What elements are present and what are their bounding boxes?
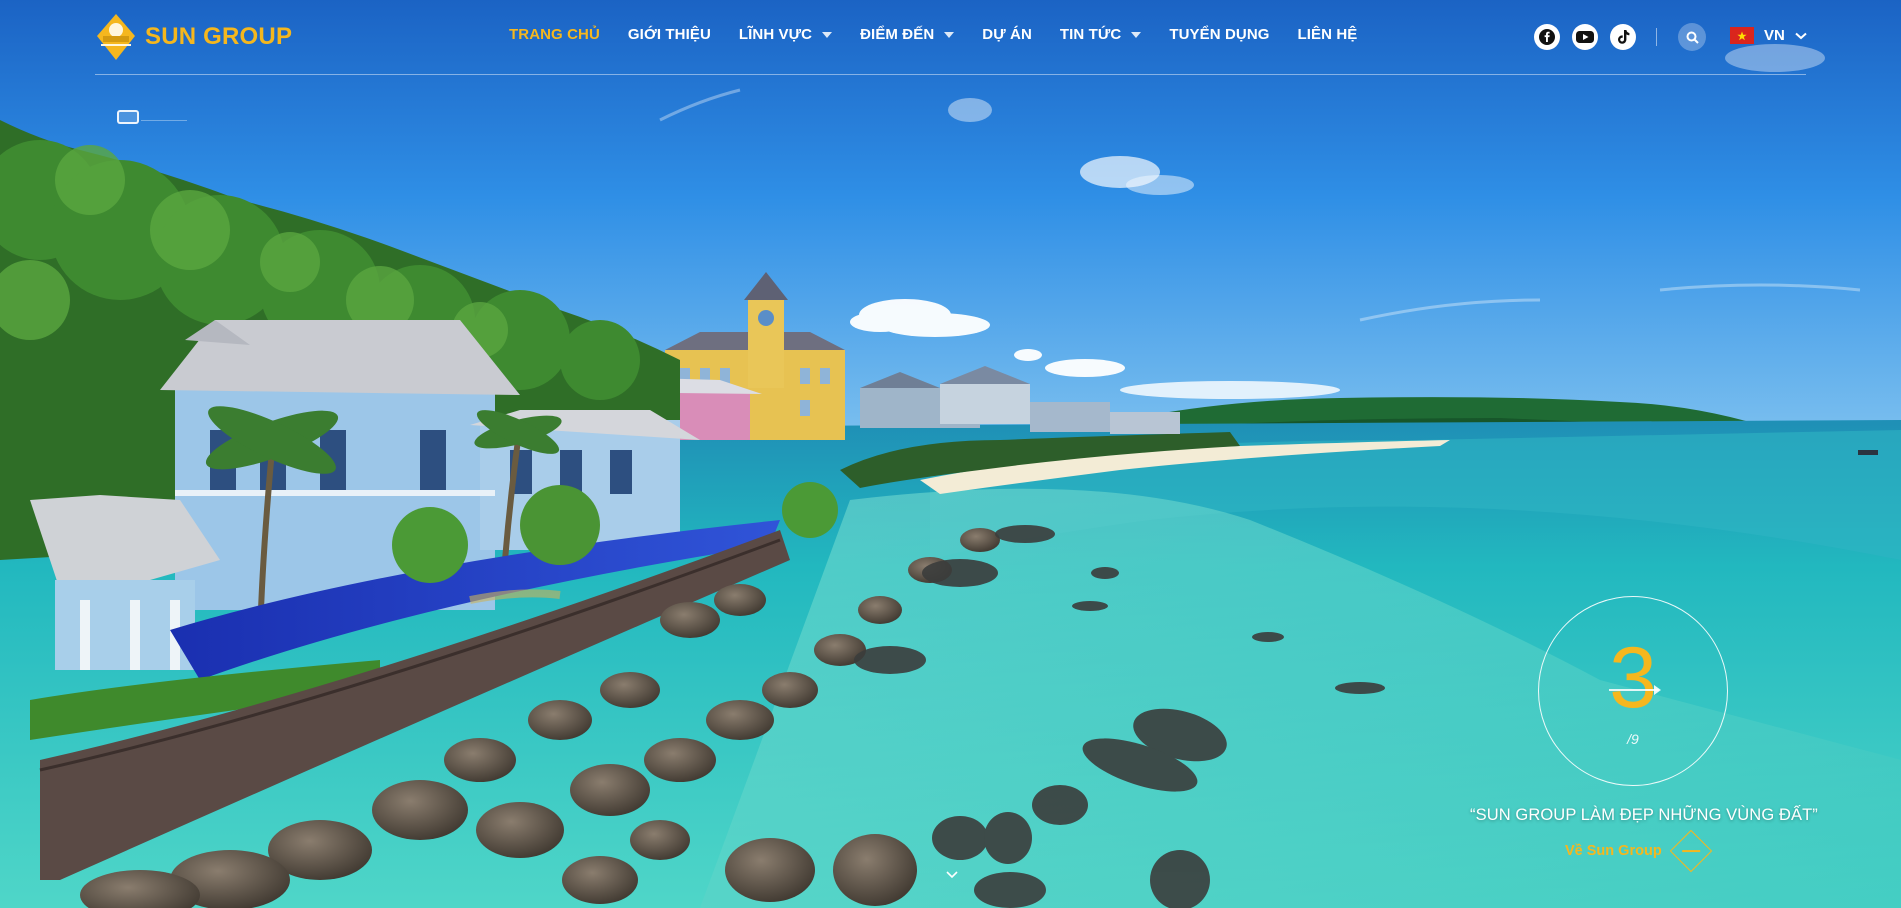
nav-item-tuyen-dung[interactable]: TUYỂN DỤNG <box>1169 26 1269 43</box>
nav-item-label: TIN TỨC <box>1059 26 1122 43</box>
site-header: SUN GROUP TRANG CHỦ GIỚI THIỆU LĨNH VỰC … <box>0 0 1901 75</box>
nav-item-label: LĨNH VỰC <box>738 26 813 43</box>
hero-tagline: “SUN GROUP LÀM ĐẸP NHỮNG VÙNG ĐẤT” <box>1470 806 1818 824</box>
nav-item-diem-den[interactable]: ĐIỂM ĐẾN <box>860 26 955 43</box>
nav-item-linh-vuc[interactable]: LĨNH VỰC <box>738 26 833 43</box>
youtube-icon[interactable] <box>1572 24 1598 50</box>
sun-group-logo[interactable]: SUN GROUP <box>95 12 292 62</box>
header-underline <box>95 74 1806 75</box>
social-links <box>1534 24 1636 50</box>
nav-item-lien-he[interactable]: LIÊN HỆ <box>1298 26 1358 43</box>
facebook-icon[interactable] <box>1534 24 1560 50</box>
nav-item-du-an[interactable]: DỰ ÁN <box>982 26 1032 43</box>
nav-item-trang-chu[interactable]: TRANG CHỦ <box>509 26 600 43</box>
nav-item-tin-tuc[interactable]: TIN TỨC <box>1059 26 1142 43</box>
chevron-down-icon <box>1795 32 1807 39</box>
chevron-down-icon <box>944 31 955 38</box>
scroll-down-chevron-icon[interactable] <box>945 870 959 880</box>
main-nav: TRANG CHỦ GIỚI THIỆU LĨNH VỰC ĐIỂM ĐẾN D… <box>509 26 1357 43</box>
slide-total: /9 <box>1627 731 1639 747</box>
bookmark-icon[interactable] <box>117 110 139 124</box>
language-selector[interactable]: VN <box>1730 27 1807 44</box>
logo-wordmark: SUN GROUP <box>145 23 293 50</box>
nav-item-label: TUYỂN DỤNG <box>1169 26 1270 43</box>
nav-item-label: ĐIỂM ĐẾN <box>860 26 935 43</box>
nav-item-label: GIỚI THIỆU <box>627 26 711 43</box>
slide-current-number: 3 <box>1609 630 1657 726</box>
language-code: VN <box>1764 27 1785 44</box>
search-icon[interactable] <box>1678 23 1706 51</box>
logo-emblem-icon <box>97 14 135 60</box>
slide-counter: 3 /9 <box>1538 596 1728 786</box>
arrow-diamond-icon <box>1669 829 1712 873</box>
chevron-down-icon <box>822 31 833 38</box>
chevron-down-icon <box>1131 31 1142 38</box>
nav-item-label: LIÊN HỆ <box>1297 26 1358 43</box>
header-divider <box>1656 28 1657 46</box>
about-link-label: Về Sun Group <box>1565 843 1662 859</box>
decorative-line <box>141 120 187 121</box>
arrow-right-icon <box>1609 685 1661 695</box>
nav-item-gioi-thieu[interactable]: GIỚI THIỆU <box>628 26 711 43</box>
nav-item-label: DỰ ÁN <box>982 26 1032 43</box>
nav-item-label: TRANG CHỦ <box>509 26 600 43</box>
about-sun-group-link[interactable]: Về Sun Group <box>1565 829 1712 873</box>
tiktok-icon[interactable] <box>1610 24 1636 50</box>
vietnam-flag-icon <box>1730 27 1754 44</box>
